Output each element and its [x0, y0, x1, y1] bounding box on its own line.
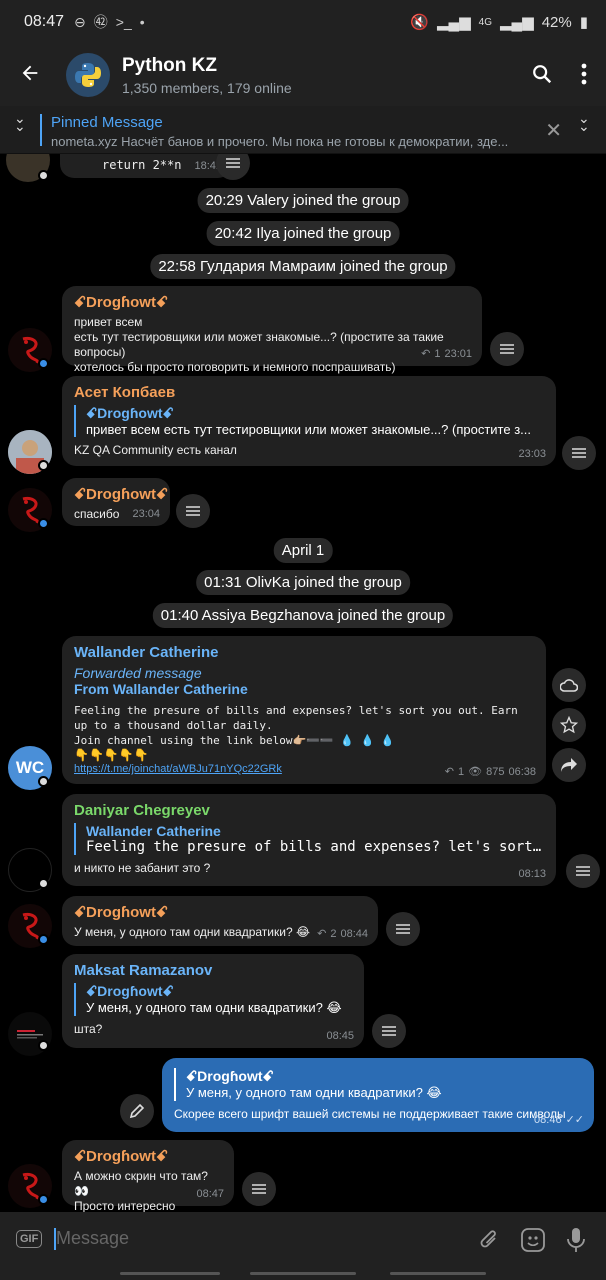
service-message: 20:42 Ilya joined the group	[206, 221, 400, 246]
chevron-down-double-right-icon[interactable]: ⌄ ⌄	[578, 111, 590, 133]
search-button[interactable]	[526, 58, 558, 90]
sticker-button[interactable]	[520, 1227, 546, 1258]
outgoing-message-bubble[interactable]: ꗃDrogɦowtꗃ У меня, у одного там одни ква…	[162, 1058, 594, 1132]
menu-lines-icon	[500, 344, 514, 354]
network-type: 4G	[478, 16, 492, 28]
message-menu-button[interactable]	[386, 912, 420, 946]
status-time: 08:47	[24, 13, 65, 30]
message-menu-button[interactable]	[242, 1172, 276, 1206]
eye-icon: 👁	[468, 766, 483, 778]
message-bubble[interactable]: ꗃDrogɦowtꗃ У меня, у одного там одни ква…	[62, 896, 378, 946]
close-pinned-icon[interactable]: ✕	[545, 118, 562, 143]
reply-preview[interactable]: ꗃDrogɦowtꗃ У меня, у одного там одни ква…	[74, 983, 352, 1016]
microphone-icon	[567, 1228, 585, 1252]
message-menu-button[interactable]	[372, 1014, 406, 1048]
voice-button[interactable]	[566, 1226, 586, 1259]
menu-lines-icon	[226, 158, 240, 168]
reply-arrow-icon: ↶	[317, 928, 327, 940]
signal2-icon: ▂▄▆	[500, 14, 534, 31]
message-bubble[interactable]: Daniyar Chegreyev Wallander Catherine Fe…	[62, 794, 556, 886]
signal-icon: ▂▄▆	[436, 14, 471, 31]
message-input[interactable]: Message	[56, 1228, 129, 1249]
service-message: 01:40 Assiya Begzhanova joined the group	[152, 603, 454, 628]
message-bubble[interactable]: return 2**n 18:41	[60, 154, 232, 178]
terminal-icon: >_	[115, 14, 132, 30]
message-bubble[interactable]: ꗃDrogɦowtꗃ привет всем есть тут тестиров…	[62, 286, 482, 374]
notification-count-icon: ㊷	[93, 14, 108, 30]
share-button[interactable]	[552, 748, 586, 782]
edit-button[interactable]	[120, 1094, 154, 1128]
reply-preview[interactable]: ꗃDrogɦowtꗃ привет всем есть тут тестиров…	[74, 405, 544, 437]
forwarded-message-bubble[interactable]: Wallander Catherine Forwarded message Fr…	[62, 636, 546, 784]
sender-name[interactable]: Daniyar Chegreyev	[74, 802, 544, 819]
sender-name[interactable]: ꗃDrogɦowtꗃ	[74, 486, 168, 503]
menu-lines-icon	[252, 1184, 266, 1194]
sender-name[interactable]: Wallander Catherine	[74, 644, 534, 661]
message-bubble[interactable]: Maksat Ramazanov ꗃDrogɦowtꗃ У меня, у од…	[62, 954, 364, 1048]
chat-title-area[interactable]: Python KZ 1,350 members, 179 online	[122, 55, 292, 96]
pinned-message-bar[interactable]: ⌄ ⌄ Pinned Message nometa.xyz Насчёт бано…	[0, 106, 606, 154]
message-menu-button[interactable]	[562, 436, 596, 470]
message-menu-button[interactable]	[176, 494, 210, 528]
star-icon	[560, 716, 578, 734]
service-message: 20:29 Valery joined the group	[197, 188, 409, 213]
sender-name[interactable]: ꗃDrogɦowtꗃ	[74, 904, 366, 921]
sender-name[interactable]: ꗃDrogɦowtꗃ	[74, 1148, 222, 1165]
minus-circle-icon: ⊖	[74, 13, 86, 30]
python-logo-icon	[75, 63, 101, 87]
menu-lines-icon	[576, 866, 590, 876]
pinned-text: nometa.xyz Насчёт банов и прочего. Мы по…	[51, 134, 509, 149]
menu-lines-icon	[382, 1026, 396, 1036]
message-list[interactable]: return 2**n 18:41 20:29 Valery joined th…	[0, 154, 606, 1212]
message-bubble[interactable]: Асет Копбаев ꗃDrogɦowtꗃ привет всем есть…	[62, 376, 556, 466]
reply-arrow-icon: ↶	[444, 766, 455, 778]
status-bar: 08:47 ⊖ ㊷ >_ • 🔇 ▂▄▆ 4G ▂▄▆ 42% ▮	[0, 0, 606, 44]
mute-icon: 🔇	[410, 14, 429, 31]
sender-name[interactable]: Maksat Ramazanov	[74, 962, 352, 979]
group-avatar[interactable]	[66, 53, 110, 97]
service-message: 22:58 Гулдария Мамраим joined the group	[150, 254, 456, 279]
reply-preview[interactable]: ꗃDrogɦowtꗃ У меня, у одного там одни ква…	[174, 1068, 582, 1101]
arrow-left-icon	[22, 65, 38, 81]
star-button[interactable]	[552, 708, 586, 742]
sender-name[interactable]: Асет Копбаев	[74, 384, 544, 401]
sticker-icon	[521, 1228, 545, 1252]
chevron-down-double-icon[interactable]: ⌄ ⌄	[14, 111, 26, 133]
back-button[interactable]	[0, 59, 60, 91]
pencil-icon	[129, 1103, 145, 1119]
menu-lines-icon	[396, 924, 410, 934]
attach-button[interactable]	[478, 1228, 500, 1257]
forwarded-label: Forwarded message	[74, 665, 202, 681]
share-arrow-icon	[561, 758, 577, 772]
gif-button[interactable]: GIF	[16, 1230, 43, 1248]
reply-preview[interactable]: Wallander Catherine Feeling the presure …	[74, 823, 544, 855]
cloud-icon	[560, 679, 578, 692]
more-vertical-icon	[581, 63, 587, 85]
dot-icon: •	[139, 14, 145, 30]
chat-header: Python KZ 1,350 members, 179 online	[0, 44, 606, 106]
message-menu-button[interactable]	[566, 854, 600, 888]
pinned-title: Pinned Message	[51, 114, 163, 131]
message-bubble[interactable]: ꗃDrogɦowtꗃ А можно скрин что там? 👀 Прос…	[62, 1140, 234, 1212]
message-menu-button[interactable]	[490, 332, 524, 366]
more-options-button[interactable]	[568, 58, 600, 90]
battery-percent: 42%	[541, 13, 572, 31]
battery-icon: ▮	[579, 14, 588, 31]
group-subtitle: 1,350 members, 179 online	[122, 79, 292, 96]
sender-name[interactable]: ꗃDrogɦowtꗃ	[74, 294, 470, 311]
forwarded-from[interactable]: From Wallander Catherine	[74, 681, 534, 697]
system-nav-bar	[0, 1270, 606, 1280]
cloud-button[interactable]	[552, 668, 586, 702]
date-separator: April 1	[273, 538, 333, 563]
message-bubble[interactable]: ꗃDrogɦowtꗃ спасибо 23:04	[62, 478, 170, 526]
reply-arrow-icon: ↶	[421, 348, 431, 360]
service-message: 01:31 OlivKa joined the group	[196, 570, 410, 595]
paperclip-icon	[480, 1230, 496, 1248]
double-check-icon: ✓✓	[565, 1114, 584, 1126]
menu-lines-icon	[186, 506, 200, 516]
group-title: Python KZ	[122, 54, 217, 76]
menu-lines-icon	[572, 448, 586, 458]
message-composer: GIF Message	[0, 1212, 606, 1270]
search-icon	[533, 65, 552, 84]
